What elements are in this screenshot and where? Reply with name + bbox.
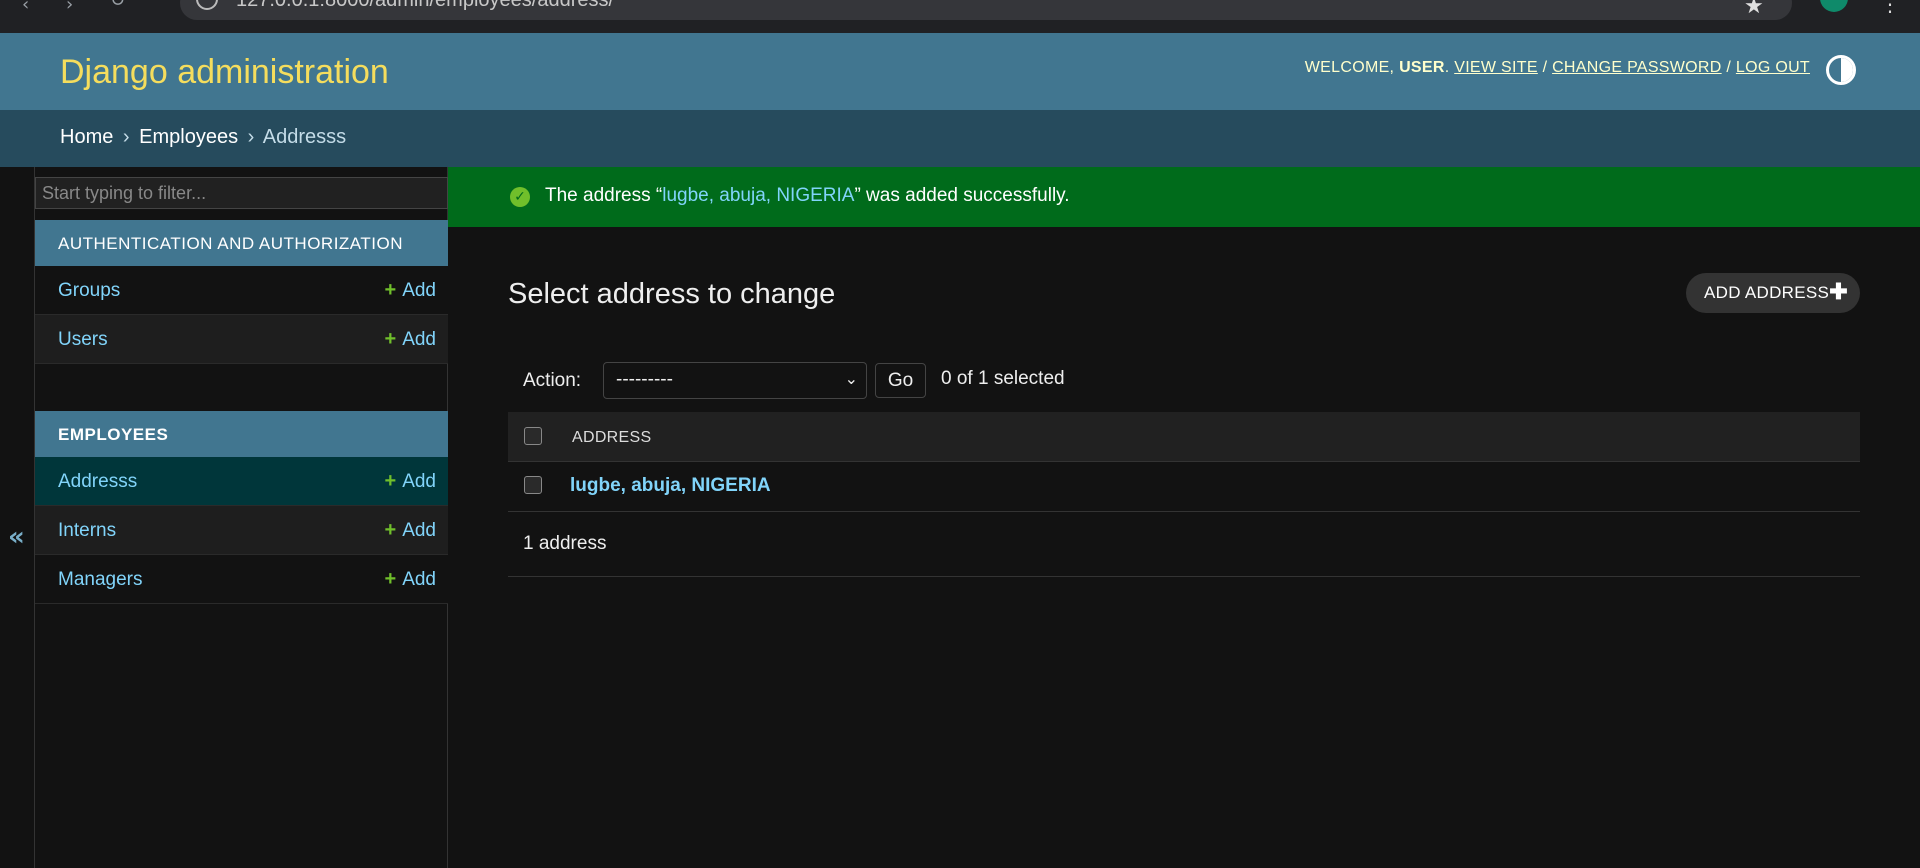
- site-title[interactable]: Django administration: [60, 53, 389, 92]
- breadcrumb: Home › Employees › Addresss: [0, 110, 1920, 167]
- add-group-link[interactable]: + Add: [385, 279, 437, 302]
- actions-bar: Action: --------- ⌄ Go 0 of 1 selected: [508, 360, 1860, 412]
- app-caption-auth[interactable]: AUTHENTICATION AND AUTHORIZATION: [35, 220, 448, 266]
- nav-sidebar: AUTHENTICATION AND AUTHORIZATION Groups …: [35, 167, 448, 868]
- plus-icon: +: [384, 279, 397, 301]
- row-checkbox[interactable]: [524, 476, 542, 494]
- check-circle-icon: ✓: [510, 187, 530, 207]
- reload-icon[interactable]: ↻: [110, 0, 125, 10]
- add-label: Add: [402, 329, 436, 350]
- welcome-text: WELCOME,: [1304, 59, 1395, 76]
- add-button-label: ADD ADDRESS: [1704, 283, 1830, 302]
- result-count: 1 address: [523, 533, 607, 554]
- success-message: ✓ The address “lugbe, abuja, NIGERIA” wa…: [448, 167, 1920, 227]
- sidebar-item-label[interactable]: Addresss: [58, 471, 137, 493]
- add-manager-link[interactable]: + Add: [385, 568, 437, 591]
- sidebar-item-users: Users + Add: [35, 315, 448, 364]
- go-button[interactable]: Go: [875, 363, 926, 398]
- plus-icon: ✚: [1829, 279, 1848, 304]
- sidebar-item-interns: Interns + Add: [35, 506, 448, 555]
- sidebar-filter-input[interactable]: [35, 177, 448, 209]
- breadcrumb-separator: ›: [122, 126, 130, 148]
- separator: /: [1542, 59, 1548, 76]
- bookmark-star-icon[interactable]: ★: [1744, 0, 1764, 19]
- breadcrumb-separator: ›: [247, 126, 255, 148]
- separator: /: [1726, 59, 1732, 76]
- sidebar-collapse-toggle[interactable]: «: [0, 167, 35, 868]
- page-title: Select address to change: [508, 278, 836, 310]
- message-suffix: ” was added successfully.: [854, 185, 1070, 206]
- forward-icon[interactable]: ›: [66, 0, 73, 14]
- app-module-auth: AUTHENTICATION AND AUTHORIZATION Groups …: [35, 220, 448, 364]
- chevron-down-icon: ⌄: [844, 371, 858, 388]
- action-selected-value: ---------: [616, 369, 673, 390]
- user-tools: WELCOME, USER. VIEW SITE / CHANGE PASSWO…: [1305, 59, 1810, 77]
- plus-icon: +: [384, 519, 397, 541]
- add-label: Add: [402, 471, 436, 492]
- browser-menu-icon[interactable]: ⋮: [1880, 0, 1900, 16]
- sidebar-item-addresss: Addresss + Add: [35, 457, 448, 506]
- column-header-address[interactable]: ADDRESS: [572, 429, 651, 447]
- admin-header: Django administration WELCOME, USER. VIE…: [0, 33, 1920, 110]
- breadcrumb-home[interactable]: Home: [60, 126, 113, 148]
- table-header: ADDRESS: [508, 412, 1860, 462]
- breadcrumb-employees[interactable]: Employees: [139, 126, 238, 148]
- breadcrumb-current: Addresss: [262, 126, 347, 148]
- action-select[interactable]: --------- ⌄: [603, 362, 867, 399]
- add-label: Add: [402, 520, 436, 541]
- add-label: Add: [402, 280, 436, 301]
- sidebar-item-groups: Groups + Add: [35, 266, 448, 315]
- back-icon[interactable]: ‹: [22, 0, 29, 14]
- add-intern-link[interactable]: + Add: [385, 519, 437, 542]
- message-text: The address “lugbe, abuja, NIGERIA” was …: [545, 185, 1070, 207]
- app-module-employees: EMPLOYEES Addresss + Add Interns + Add Man…: [35, 411, 448, 604]
- row-address-link[interactable]: lugbe, abuja, NIGERIA: [570, 475, 771, 497]
- collapse-chevron-icon[interactable]: «: [8, 522, 25, 552]
- add-address-link[interactable]: + Add: [385, 470, 437, 493]
- plus-icon: +: [384, 470, 397, 492]
- add-user-link[interactable]: + Add: [385, 328, 437, 351]
- log-out-link[interactable]: LOG OUT: [1736, 59, 1810, 76]
- paginator: 1 address: [508, 512, 1860, 577]
- browser-toolbar: ‹ › ↻ 127.0.0.1:8000/admin/employees/add…: [0, 0, 1920, 33]
- address-bar[interactable]: 127.0.0.1:8000/admin/employees/address/: [180, 0, 1792, 20]
- app-caption-employees[interactable]: EMPLOYEES: [35, 411, 448, 457]
- site-info-icon[interactable]: [196, 0, 218, 10]
- table-row: lugbe, abuja, NIGERIA: [508, 462, 1860, 512]
- sidebar-item-label[interactable]: Users: [58, 329, 108, 351]
- action-label: Action:: [523, 370, 582, 391]
- view-site-link[interactable]: VIEW SITE: [1454, 59, 1538, 76]
- sidebar-item-label[interactable]: Interns: [58, 520, 116, 542]
- profile-avatar[interactable]: [1820, 0, 1848, 12]
- theme-toggle-icon[interactable]: [1826, 55, 1856, 85]
- sidebar-item-label[interactable]: Groups: [58, 280, 120, 302]
- select-all-checkbox[interactable]: [524, 427, 542, 445]
- plus-icon: +: [384, 328, 397, 350]
- sidebar-item-label[interactable]: Managers: [58, 569, 143, 591]
- add-label: Add: [402, 569, 436, 590]
- selected-count: 0 of 1 selected: [941, 368, 1065, 389]
- username: USER: [1399, 59, 1445, 76]
- message-prefix: The address “: [545, 185, 663, 206]
- add-address-button[interactable]: ADD ADDRESS ✚: [1686, 273, 1860, 313]
- message-object-link[interactable]: lugbe, abuja, NIGERIA: [662, 185, 854, 206]
- result-list-table: ADDRESS lugbe, abuja, NIGERIA 1 address: [508, 412, 1860, 577]
- plus-icon: +: [384, 568, 397, 590]
- sidebar-item-managers: Managers + Add: [35, 555, 448, 604]
- url-text[interactable]: 127.0.0.1:8000/admin/employees/address/: [236, 0, 614, 10]
- period: .: [1444, 59, 1450, 76]
- change-password-link[interactable]: CHANGE PASSWORD: [1552, 59, 1722, 76]
